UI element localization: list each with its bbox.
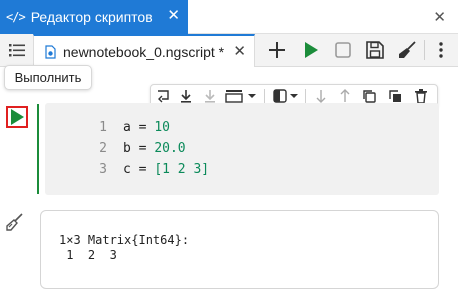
stop-icon [335, 42, 351, 58]
toolbar: newnotebook_0.ngscript * ✕ [0, 34, 458, 67]
close-window-icon[interactable]: ✕ [167, 8, 180, 24]
line-number: 1 [99, 120, 107, 135]
cell-output: 1×3 Matrix{Int64}: 1 2 3 [40, 210, 439, 289]
chevron-down-icon[interactable] [289, 88, 299, 104]
code-text: c = [1 2 3] [123, 162, 210, 177]
cell-toolbar-divider [305, 89, 306, 104]
script-editor-tab[interactable]: </> Редактор скриптов ✕ [0, 0, 188, 34]
title-bar: </> Редактор скриптов ✕ ✕ [0, 0, 458, 34]
code-text: b = 20.0 [123, 141, 186, 156]
duplicate-icon[interactable] [387, 88, 403, 104]
stop-button[interactable] [332, 39, 354, 61]
play-icon [11, 109, 24, 125]
chevron-down-icon[interactable] [247, 88, 257, 104]
toolbar-divider [424, 40, 425, 60]
output-line: 1×3 Matrix{Int64}: [59, 233, 190, 247]
delete-icon[interactable] [413, 88, 429, 104]
broom-icon [399, 41, 416, 58]
notebook-file-icon [45, 44, 56, 59]
code-cell[interactable]: 1 a = 10 2 b = 20.0 3 c = [1 2 3] [45, 103, 439, 195]
run-all-button[interactable] [300, 39, 322, 61]
code-line: 1 a = 10 [45, 120, 170, 140]
more-vertical-icon [439, 42, 443, 58]
line-number: 3 [99, 162, 107, 177]
run-cell-button[interactable] [6, 106, 28, 128]
download-icon[interactable] [202, 88, 218, 104]
code-text: a = 10 [123, 120, 170, 135]
cell-active-indicator [37, 104, 39, 194]
notebook-tab[interactable]: newnotebook_0.ngscript * ✕ [33, 34, 255, 67]
run-icon [305, 42, 318, 58]
menu-icon[interactable] [8, 41, 26, 59]
notebook-file-name: newnotebook_0.ngscript * [63, 43, 225, 60]
close-tab-icon[interactable]: ✕ [233, 42, 246, 60]
code-line: 2 b = 20.0 [45, 141, 186, 161]
close-panel-icon[interactable]: ✕ [433, 8, 446, 26]
move-to-end-icon[interactable] [178, 88, 194, 104]
insert-below-icon[interactable] [155, 88, 171, 104]
cell-style-icon[interactable] [272, 88, 288, 104]
output-line: 1 2 3 [59, 248, 117, 262]
code-icon: </> [6, 10, 26, 24]
code-line: 3 c = [1 2 3] [45, 162, 209, 182]
clear-output-button[interactable] [396, 39, 418, 61]
line-number: 2 [99, 141, 107, 156]
cell-view-icon[interactable] [225, 88, 245, 104]
clear-cell-output-icon[interactable] [5, 212, 25, 232]
add-button[interactable] [266, 39, 288, 61]
cell-toolbar-divider [264, 89, 265, 104]
save-icon [366, 41, 384, 59]
window-title: Редактор скриптов [30, 9, 153, 25]
add-icon [269, 42, 285, 58]
copy-icon[interactable] [361, 88, 377, 104]
more-button[interactable] [430, 39, 452, 61]
run-tooltip: Выполнить [4, 65, 92, 90]
move-up-icon[interactable] [337, 88, 353, 104]
move-down-icon[interactable] [313, 88, 329, 104]
save-button[interactable] [364, 39, 386, 61]
